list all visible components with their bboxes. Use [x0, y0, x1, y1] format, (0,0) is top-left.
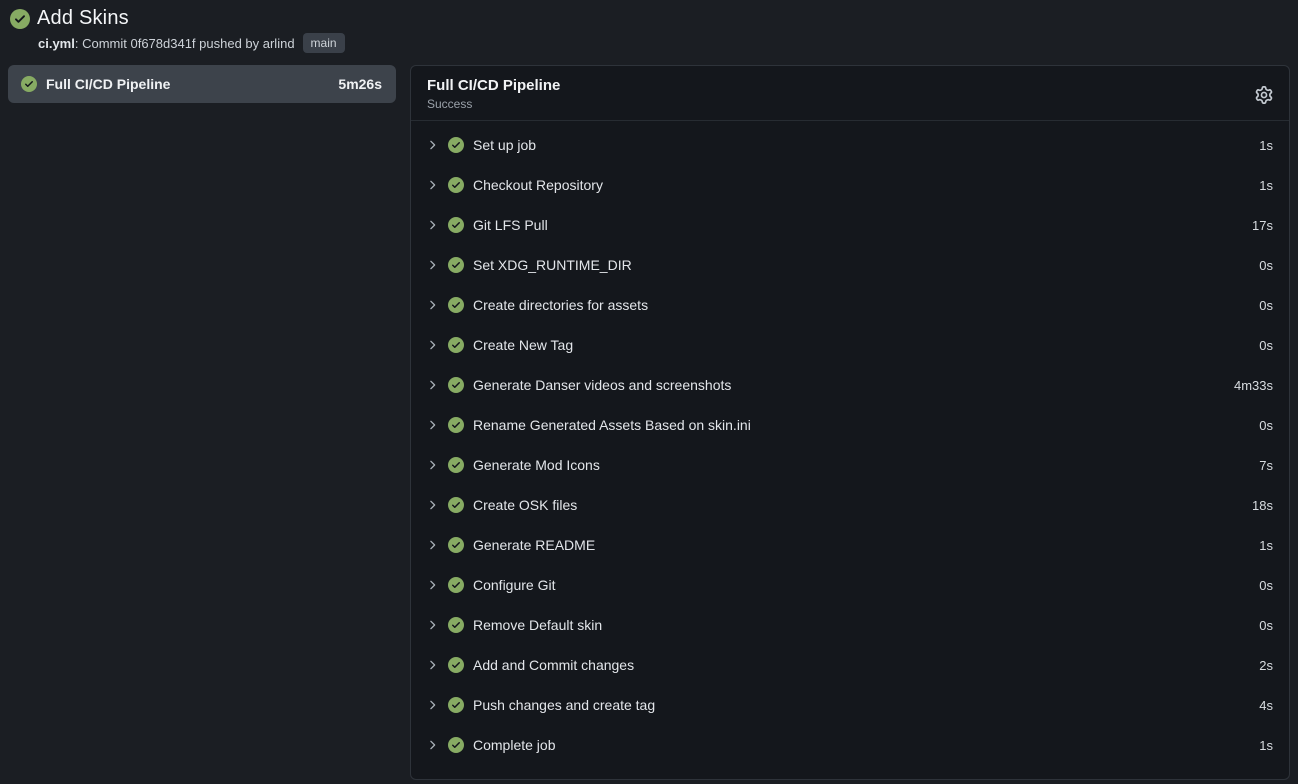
- step-duration: 0s: [1259, 418, 1273, 433]
- step-duration: 7s: [1259, 458, 1273, 473]
- success-check-circle-icon: [448, 577, 464, 593]
- chevron-right-icon[interactable]: [425, 338, 439, 352]
- step-duration: 1s: [1259, 178, 1273, 193]
- success-check-circle-icon: [10, 9, 30, 29]
- step-duration: 17s: [1252, 218, 1273, 233]
- step-name: Create OSK files: [473, 497, 1240, 513]
- step-name: Checkout Repository: [473, 177, 1247, 193]
- step-row[interactable]: Checkout Repository 1s: [411, 165, 1289, 205]
- success-check-circle-icon: [448, 257, 464, 273]
- run-header: Add Skins ci.yml: Commit 0f678d341f push…: [0, 0, 1298, 59]
- chevron-right-icon[interactable]: [425, 218, 439, 232]
- commit-text: : Commit 0f678d341f pushed by arlind: [75, 36, 295, 51]
- steps-list: Set up job 1s Checkout Repository 1s Git…: [411, 121, 1289, 765]
- chevron-right-icon[interactable]: [425, 498, 439, 512]
- success-check-circle-icon: [448, 137, 464, 153]
- chevron-right-icon[interactable]: [425, 578, 439, 592]
- branch-badge[interactable]: main: [303, 33, 345, 53]
- chevron-right-icon[interactable]: [425, 298, 439, 312]
- success-check-circle-icon: [448, 377, 464, 393]
- success-check-circle-icon: [448, 177, 464, 193]
- step-name: Complete job: [473, 737, 1247, 753]
- chevron-right-icon[interactable]: [425, 258, 439, 272]
- chevron-right-icon[interactable]: [425, 538, 439, 552]
- step-name: Configure Git: [473, 577, 1247, 593]
- step-name: Git LFS Pull: [473, 217, 1240, 233]
- step-row[interactable]: Configure Git 0s: [411, 565, 1289, 605]
- chevron-right-icon[interactable]: [425, 458, 439, 472]
- step-row[interactable]: Rename Generated Assets Based on skin.in…: [411, 405, 1289, 445]
- success-check-circle-icon: [448, 337, 464, 353]
- job-name: Full CI/CD Pipeline: [46, 76, 329, 92]
- step-name: Create New Tag: [473, 337, 1247, 353]
- step-name: Add and Commit changes: [473, 657, 1247, 673]
- success-check-circle-icon: [448, 697, 464, 713]
- step-row[interactable]: Create directories for assets 0s: [411, 285, 1289, 325]
- panel-header: Full CI/CD Pipeline Success: [411, 66, 1289, 121]
- job-log-panel: Full CI/CD Pipeline Success Set up job 1…: [410, 65, 1290, 780]
- success-check-circle-icon: [448, 617, 464, 633]
- step-row[interactable]: Push changes and create tag 4s: [411, 685, 1289, 725]
- step-name: Set XDG_RUNTIME_DIR: [473, 257, 1247, 273]
- job-item-full-ci-cd-pipeline[interactable]: Full CI/CD Pipeline 5m26s: [8, 65, 396, 103]
- success-check-circle-icon: [448, 297, 464, 313]
- run-body: Full CI/CD Pipeline 5m26s Full CI/CD Pip…: [0, 59, 1298, 781]
- chevron-right-icon[interactable]: [425, 418, 439, 432]
- success-check-circle-icon: [448, 417, 464, 433]
- workflow-file-link[interactable]: ci.yml: [38, 36, 75, 51]
- step-duration: 4s: [1259, 698, 1273, 713]
- step-duration: 0s: [1259, 298, 1273, 313]
- chevron-right-icon[interactable]: [425, 698, 439, 712]
- success-check-circle-icon: [448, 497, 464, 513]
- success-check-circle-icon: [21, 76, 37, 92]
- job-list: Full CI/CD Pipeline 5m26s: [8, 65, 396, 103]
- panel-job-status: Success: [427, 97, 1273, 111]
- step-name: Generate Mod Icons: [473, 457, 1247, 473]
- chevron-right-icon[interactable]: [425, 738, 439, 752]
- step-row[interactable]: Create New Tag 0s: [411, 325, 1289, 365]
- success-check-circle-icon: [448, 457, 464, 473]
- step-name: Set up job: [473, 137, 1247, 153]
- step-name: Remove Default skin: [473, 617, 1247, 633]
- chevron-right-icon[interactable]: [425, 618, 439, 632]
- step-duration: 0s: [1259, 338, 1273, 353]
- run-meta: ci.yml: Commit 0f678d341f pushed by arli…: [38, 33, 1288, 53]
- panel-job-title: Full CI/CD Pipeline: [427, 77, 1273, 94]
- step-row[interactable]: Set up job 1s: [411, 125, 1289, 165]
- chevron-right-icon[interactable]: [425, 378, 439, 392]
- step-row[interactable]: Generate Danser videos and screenshots 4…: [411, 365, 1289, 405]
- step-duration: 0s: [1259, 258, 1273, 273]
- step-row[interactable]: Generate README 1s: [411, 525, 1289, 565]
- step-name: Generate Danser videos and screenshots: [473, 377, 1222, 393]
- step-row[interactable]: Set XDG_RUNTIME_DIR 0s: [411, 245, 1289, 285]
- step-duration: 1s: [1259, 538, 1273, 553]
- chevron-right-icon[interactable]: [425, 178, 439, 192]
- step-duration: 4m33s: [1234, 378, 1273, 393]
- success-check-circle-icon: [448, 657, 464, 673]
- step-duration: 0s: [1259, 578, 1273, 593]
- step-duration: 1s: [1259, 738, 1273, 753]
- run-title: Add Skins: [37, 7, 129, 30]
- step-name: Rename Generated Assets Based on skin.in…: [473, 417, 1247, 433]
- chevron-right-icon[interactable]: [425, 138, 439, 152]
- step-name: Push changes and create tag: [473, 697, 1247, 713]
- step-duration: 18s: [1252, 498, 1273, 513]
- step-row[interactable]: Git LFS Pull 17s: [411, 205, 1289, 245]
- step-duration: 1s: [1259, 138, 1273, 153]
- step-row[interactable]: Complete job 1s: [411, 725, 1289, 765]
- step-row[interactable]: Add and Commit changes 2s: [411, 645, 1289, 685]
- step-row[interactable]: Generate Mod Icons 7s: [411, 445, 1289, 485]
- step-name: Generate README: [473, 537, 1247, 553]
- step-duration: 0s: [1259, 618, 1273, 633]
- step-row[interactable]: Remove Default skin 0s: [411, 605, 1289, 645]
- step-duration: 2s: [1259, 658, 1273, 673]
- success-check-circle-icon: [448, 217, 464, 233]
- step-row[interactable]: Create OSK files 18s: [411, 485, 1289, 525]
- success-check-circle-icon: [448, 537, 464, 553]
- gear-icon[interactable]: [1255, 86, 1273, 104]
- step-name: Create directories for assets: [473, 297, 1247, 313]
- chevron-right-icon[interactable]: [425, 658, 439, 672]
- job-duration: 5m26s: [338, 76, 382, 92]
- success-check-circle-icon: [448, 737, 464, 753]
